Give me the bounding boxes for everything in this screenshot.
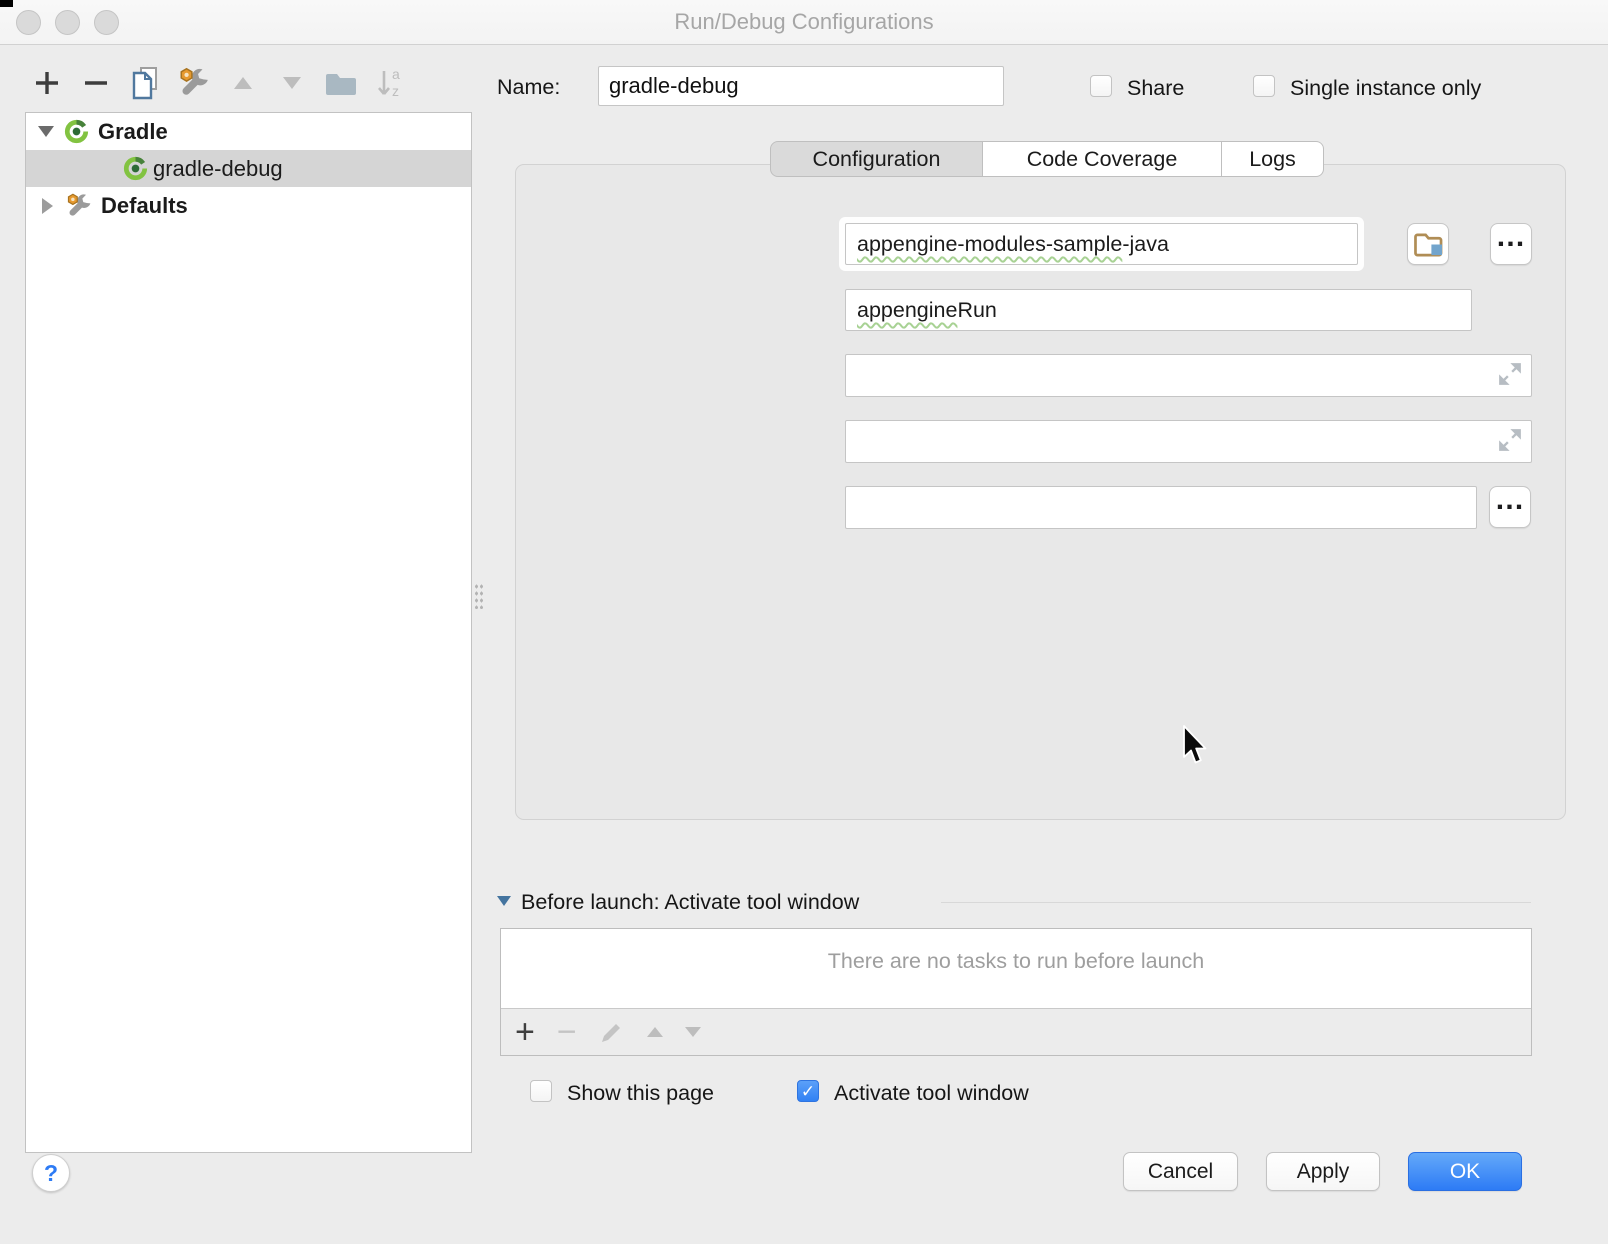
run-debug-configurations-dialog: { "window": { "title": "Run/Debug Config… [0, 0, 1608, 1244]
before-launch-task-list: There are no tasks to run before launch … [500, 928, 1532, 1056]
splitter-handle[interactable] [474, 583, 483, 609]
tree-item-label: Gradle [98, 119, 168, 145]
share-label: Share [1127, 76, 1184, 101]
before-launch-collapse-icon[interactable] [497, 896, 511, 906]
svg-text:z: z [392, 83, 399, 99]
folder-icon [324, 69, 358, 97]
remove-task-button[interactable]: − [557, 1022, 577, 1042]
gradle-project-browse-folder-button[interactable] [1407, 223, 1449, 265]
new-folder-button[interactable] [324, 63, 358, 103]
show-this-page-label: Show this page [567, 1081, 714, 1106]
tree-item-gradle[interactable]: Gradle [26, 113, 471, 150]
tab-logs[interactable]: Logs [1222, 141, 1324, 177]
gradle-icon [63, 118, 90, 145]
configurations-toolbar: a z [30, 60, 407, 106]
edit-task-pencil-icon[interactable] [599, 1019, 625, 1045]
share-checkbox[interactable] [1090, 75, 1112, 97]
move-down-icon [283, 77, 301, 89]
move-down-button[interactable] [275, 63, 309, 103]
move-up-button[interactable] [226, 63, 260, 103]
wrench-icon [65, 192, 93, 220]
tab-label: Code Coverage [1027, 147, 1178, 171]
move-up-icon [234, 77, 252, 89]
misspelled-text: appengine [857, 298, 957, 322]
gradle-project-more-button[interactable]: … [1490, 223, 1532, 265]
chevron-expanded-icon[interactable] [38, 126, 54, 137]
section-divider [941, 902, 1531, 903]
configurations-tree: Gradle gradle-debug Defaults [25, 112, 472, 1153]
before-launch-title: Before launch: Activate tool window [521, 890, 859, 915]
copy-configuration-button[interactable] [128, 63, 162, 103]
add-configuration-button[interactable] [30, 63, 64, 103]
minus-icon [81, 68, 111, 98]
cancel-button[interactable]: Cancel [1123, 1152, 1238, 1191]
activate-tool-window-checkbox[interactable]: ✓ [797, 1080, 819, 1102]
activate-tool-window-label: Activate tool window [834, 1081, 1029, 1106]
environment-variables-more-button[interactable]: … [1489, 486, 1531, 528]
tab-configuration[interactable]: Configuration [770, 141, 983, 177]
name-label: Name: [497, 75, 560, 100]
question-mark-icon: ? [44, 1160, 58, 1187]
misspelled-text: appengine-modules-sample [857, 232, 1122, 256]
move-task-up-icon[interactable] [647, 1027, 663, 1037]
tab-code-coverage[interactable]: Code Coverage [983, 141, 1222, 177]
tree-item-label: Defaults [101, 193, 188, 219]
before-launch-toolbar: + − [501, 1008, 1531, 1055]
folder-with-square-icon [1413, 231, 1444, 258]
check-icon: ✓ [801, 1083, 815, 1100]
plus-icon [32, 68, 62, 98]
window-title: Run/Debug Configurations [0, 9, 1608, 35]
tab-label: Configuration [813, 147, 941, 171]
copy-icon [129, 66, 161, 100]
empty-task-list-message: There are no tasks to run before launch [501, 949, 1531, 974]
help-button[interactable]: ? [32, 1154, 70, 1192]
tree-item-defaults[interactable]: Defaults [26, 187, 471, 224]
single-instance-checkbox[interactable] [1253, 75, 1275, 97]
move-task-down-icon[interactable] [685, 1027, 701, 1037]
wrench-icon [177, 65, 211, 101]
plain-text: -java [1122, 232, 1169, 256]
environment-variables-input[interactable] [845, 486, 1477, 529]
remove-configuration-button[interactable] [79, 63, 113, 103]
tab-label: Logs [1249, 147, 1296, 171]
sort-az-icon: a z [375, 66, 405, 100]
plain-text: Run [957, 298, 996, 322]
name-input[interactable] [598, 66, 1004, 106]
single-instance-label: Single instance only [1290, 76, 1481, 101]
ellipsis-icon: … [1495, 495, 1526, 505]
tasks-input[interactable]: appengineRun [845, 289, 1472, 331]
gradle-icon [122, 155, 149, 182]
title-bar: Run/Debug Configurations [0, 0, 1608, 45]
add-task-button[interactable]: + [515, 1022, 535, 1042]
expand-field-icon[interactable] [1496, 426, 1524, 454]
tree-item-label: gradle-debug [153, 156, 283, 182]
mouse-cursor [1178, 724, 1208, 768]
arguments-input[interactable] [845, 420, 1532, 463]
tree-item-gradle-debug[interactable]: gradle-debug [26, 150, 471, 187]
ellipsis-icon: … [1496, 232, 1527, 242]
expand-field-icon[interactable] [1496, 360, 1524, 388]
vm-options-input[interactable] [845, 354, 1532, 397]
show-this-page-checkbox[interactable] [530, 1080, 552, 1102]
screenshot-artifact [0, 0, 13, 7]
ok-button[interactable]: OK [1408, 1152, 1522, 1191]
gradle-project-input[interactable]: appengine-modules-sample-java [845, 223, 1358, 265]
chevron-collapsed-icon[interactable] [42, 198, 53, 214]
svg-text:a: a [392, 66, 400, 82]
edit-defaults-button[interactable] [177, 63, 211, 103]
apply-button[interactable]: Apply [1266, 1152, 1380, 1191]
sort-configurations-button[interactable]: a z [373, 63, 407, 103]
